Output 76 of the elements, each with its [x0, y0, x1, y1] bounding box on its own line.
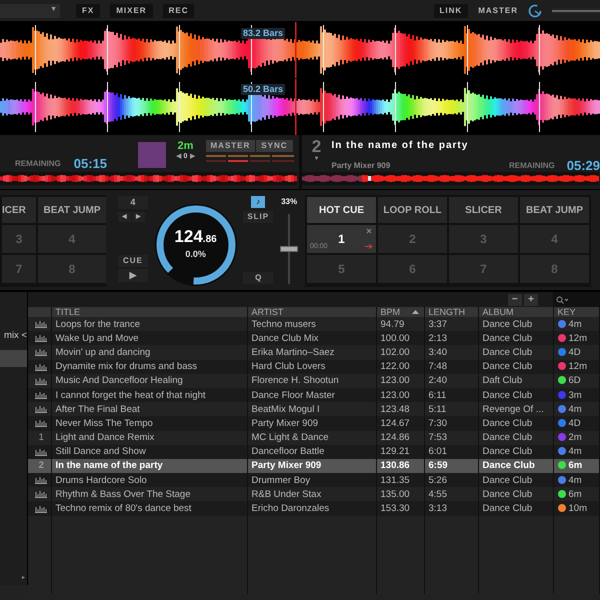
toolbar-button[interactable]: REC	[162, 4, 194, 18]
column-header[interactable]: BPM	[376, 307, 424, 317]
deck-indicator: 2	[38, 460, 44, 472]
track-artist: Party Mixer 909	[332, 160, 390, 172]
track-row[interactable]: Rhythm & Bass Over The Stage R&B Under Stax 135.00 4:55 Dance Club 6m	[28, 487, 599, 502]
toolbar-button[interactable]: MIXER	[110, 4, 153, 18]
pad-mode-tab[interactable]: SLICER	[449, 197, 518, 223]
remaining-label: REMAINING	[15, 158, 61, 170]
track-row[interactable]: Loops for the trance Techno musers 94.79 3:37 Dance Club 4m	[28, 317, 599, 332]
pad-mode-tab[interactable]: BEAT JUMP	[520, 197, 589, 223]
deck-number: 2	[312, 138, 322, 155]
master-button[interactable]: MASTER	[206, 140, 256, 152]
loop-size-button[interactable]: 4	[118, 196, 148, 209]
bars-label: 83.2 Bars	[241, 28, 286, 39]
bpm-display: 124.86	[174, 228, 217, 248]
track-row[interactable]: I cannot forget the heat of that night Dance Floor Master 123.00 6:11 Dance Club 3m	[28, 388, 599, 402]
track-row[interactable]: Drums Hardcore Solo Drummer Boy 131.35 5:26 Dance Club 4m	[28, 473, 599, 488]
track-row[interactable]: Movin' up and dancing Erika Martino–Saez 102.00 3:40 Dance Club 4D	[28, 345, 599, 360]
master-knob-icon	[528, 4, 542, 18]
remaining-time: 05:15	[74, 157, 108, 170]
search-field[interactable]	[552, 292, 600, 307]
track-row[interactable]: Music And Dancefloor Healing Florence H. Shootun 123.00 2:40 Daft Club 6D	[28, 374, 599, 388]
pad-mode-tab[interactable]: HOT CUE	[307, 197, 376, 223]
column-header[interactable]: ALBUM	[478, 307, 553, 317]
slip-button[interactable]: SLIP	[243, 210, 274, 222]
sidebar-item[interactable]: mix <	[4, 329, 27, 344]
track-row[interactable]: 1 Light and Dance Remix MC Light & Dance 124.86 7:53 Dance Club 2m	[28, 430, 599, 445]
waveform-icon	[35, 320, 48, 328]
link-button[interactable]: LINK	[434, 4, 468, 18]
track-row[interactable]: Still Dance and Show Dancefloor Battle 129.21 6:01 Dance Club 4m	[28, 444, 599, 459]
waveform-icon	[35, 490, 48, 498]
sort-icon	[412, 310, 418, 314]
master-label: MASTER	[478, 4, 518, 16]
bars-label: 50.2 Bars	[241, 84, 286, 95]
waveform-icon	[35, 419, 48, 428]
waveform-icon	[35, 476, 48, 484]
key-label: 2m	[178, 140, 194, 152]
waveform-icon	[35, 376, 48, 385]
remaining-label: REMAINING	[508, 160, 555, 172]
play-button[interactable]: ▶	[118, 269, 148, 282]
remaining-time: 05:29	[566, 159, 600, 172]
track-title: In the name of the party	[332, 139, 470, 153]
keylock-toggle[interactable]: ♪	[251, 196, 266, 208]
waveform-icon	[35, 405, 48, 414]
pad-mode-tab[interactable]: LOOP ROLL	[378, 197, 447, 223]
deck-indicator: 1	[38, 432, 44, 444]
waveform-icon	[35, 448, 48, 456]
close-icon	[366, 228, 372, 234]
sidebar-highlight	[0, 350, 27, 368]
album-art-placeholder	[138, 142, 166, 168]
waveform-icon	[35, 334, 48, 342]
quantize-button[interactable]: Q	[243, 272, 274, 284]
track-row[interactable]: Dynamite mix for drums and bass Hard Club Lovers 122.00 7:48 Dance Club 12m	[28, 360, 599, 374]
sync-button[interactable]: SYNC	[256, 140, 293, 152]
waveform-icon	[35, 391, 48, 400]
toolbar-button[interactable]: FX	[76, 4, 100, 18]
toolbar-button[interactable]: −	[508, 294, 522, 306]
column-header[interactable]: LENGTH	[424, 307, 478, 317]
toolbar-button[interactable]: +	[524, 294, 538, 306]
waveform-icon	[35, 362, 48, 371]
track-row[interactable]: Wake Up and Move Dance Club Mix 100.00 2:13 Dance Club 12m	[28, 331, 599, 346]
pitch-fader-thumb[interactable]	[280, 246, 298, 252]
track-row[interactable]: After The Final Beat BeatMix Mogul I 123.48 5:11 Revenge Of ... 4m	[28, 402, 599, 416]
column-header[interactable]: ARTIST	[247, 307, 376, 317]
pitch-range-label: 33%	[281, 196, 298, 208]
waveform-icon	[35, 348, 48, 356]
waveform-icon	[35, 504, 48, 513]
column-header[interactable]: KEY	[553, 307, 599, 317]
arrow-icon	[365, 244, 373, 249]
track-row[interactable]: 2 In the name of the party Party Mixer 909 130.86 6:59 Dance Club 6m	[28, 458, 599, 474]
pad-mode-tab[interactable]: ICER	[2, 197, 36, 223]
column-header[interactable]: TITLE	[51, 307, 247, 317]
search-dropdown-icon	[556, 296, 568, 304]
pad-mode-tab[interactable]: BEAT JUMP	[38, 197, 106, 223]
cue-button[interactable]: CUE	[118, 254, 148, 266]
pitch-percent: 0.0%	[185, 248, 206, 262]
